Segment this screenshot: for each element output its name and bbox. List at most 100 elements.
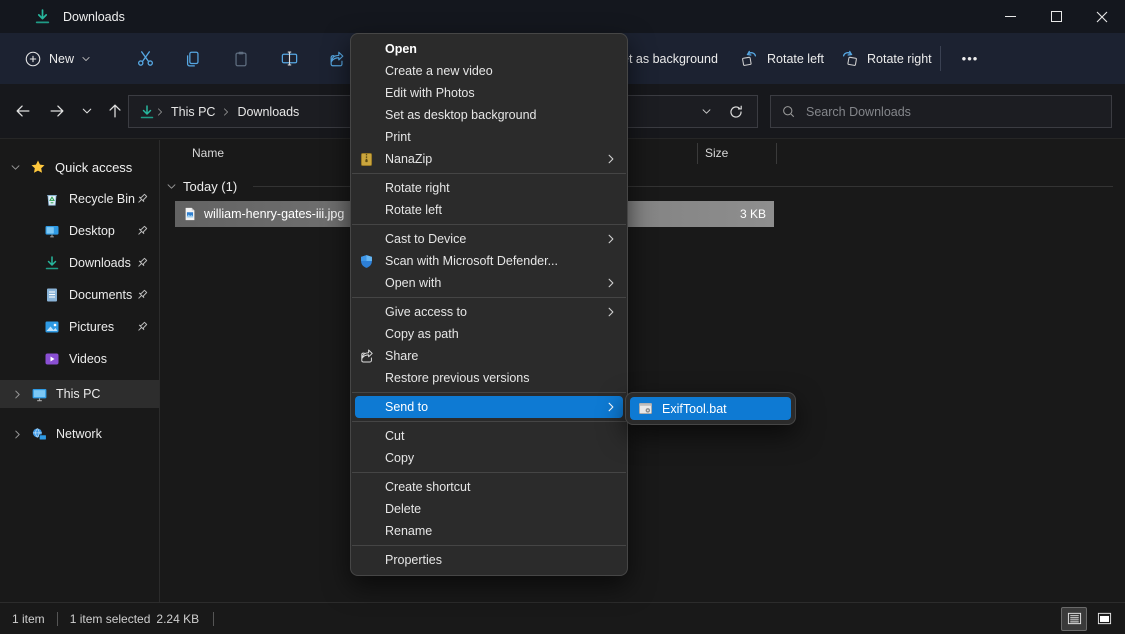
file-list-pane: Name Size Today (1) william-henry-gates-… — [161, 140, 1125, 602]
menu-item-properties[interactable]: Properties — [351, 549, 627, 571]
sidebar-item-pictures[interactable]: Pictures — [0, 313, 159, 341]
menu-separator — [352, 173, 626, 174]
menu-item-label: Copy — [385, 451, 414, 465]
menu-item-create-a-new-video[interactable]: Create a new video — [351, 60, 627, 82]
chevron-right-icon — [605, 233, 617, 245]
recent-locations-button[interactable] — [72, 96, 102, 126]
chevron-right-icon — [605, 306, 617, 318]
menu-item-scan-with-microsoft-defender[interactable]: Scan with Microsoft Defender... — [351, 250, 627, 272]
menu-item-nanazip[interactable]: NanaZip — [351, 148, 627, 170]
breadcrumb-downloads[interactable]: Downloads — [231, 105, 305, 119]
sidebar-item-this-pc[interactable]: This PC — [0, 380, 159, 408]
sidebar-item-desktop[interactable]: Desktop — [0, 217, 159, 245]
quick-access-label: Quick access — [55, 160, 132, 175]
breadcrumb-this-pc[interactable]: This PC — [165, 105, 221, 119]
sidebar-item-label: Videos — [69, 352, 107, 366]
menu-item-rotate-right[interactable]: Rotate right — [351, 177, 627, 199]
search-input[interactable] — [806, 105, 1101, 119]
clipboard-paste-icon — [232, 50, 250, 68]
status-divider — [213, 612, 214, 626]
menu-item-copy[interactable]: Copy — [351, 447, 627, 469]
menu-item-label: Share — [385, 349, 418, 363]
search-box[interactable] — [770, 95, 1112, 128]
maximize-button[interactable] — [1033, 0, 1079, 33]
column-divider[interactable] — [697, 143, 698, 164]
share-menu-icon — [359, 348, 385, 364]
address-dropdown-button[interactable] — [691, 98, 721, 126]
paste-button[interactable] — [217, 41, 265, 77]
rotate-left-button[interactable]: Rotate left — [740, 33, 824, 84]
menu-item-set-as-desktop-background[interactable]: Set as desktop background — [351, 104, 627, 126]
new-button[interactable]: New — [14, 42, 101, 76]
rotate-left-label: Rotate left — [767, 52, 824, 66]
menu-item-restore-previous-versions[interactable]: Restore previous versions — [351, 367, 627, 389]
rotate-right-button[interactable]: Rotate right — [840, 33, 932, 84]
up-button[interactable] — [100, 96, 130, 126]
copy-icon — [184, 50, 202, 68]
menu-item-create-shortcut[interactable]: Create shortcut — [351, 476, 627, 498]
forward-button[interactable] — [42, 96, 72, 126]
copy-button[interactable] — [169, 41, 217, 77]
nanazip-icon — [359, 152, 385, 167]
column-header-name[interactable]: Name — [192, 146, 224, 160]
sidebar-item-label: Recycle Bin — [69, 192, 135, 206]
selection-size: 2.24 KB — [152, 612, 213, 626]
more-options-button[interactable]: ••• — [952, 41, 988, 75]
file-image-icon — [183, 207, 197, 221]
set-as-background-button[interactable]: et as background — [622, 33, 718, 84]
chevron-right-icon — [605, 401, 617, 413]
menu-item-give-access-to[interactable]: Give access to — [351, 301, 627, 323]
network-icon — [31, 426, 48, 443]
toolbar-divider — [940, 46, 941, 71]
sidebar-item-videos[interactable]: Videos — [0, 345, 159, 373]
column-divider[interactable] — [776, 143, 777, 164]
sidebar-item-recycle-bin[interactable]: Recycle Bin — [0, 185, 159, 213]
scissors-icon — [136, 49, 155, 68]
pictures-icon — [44, 319, 60, 335]
menu-item-share[interactable]: Share — [351, 345, 627, 367]
chevron-right-icon — [221, 107, 231, 117]
menu-item-send-to[interactable]: Send to — [355, 396, 623, 418]
this-pc-icon — [31, 386, 48, 403]
menu-item-cut[interactable]: Cut — [351, 425, 627, 447]
pin-icon — [135, 224, 149, 238]
menu-item-cast-to-device[interactable]: Cast to Device — [351, 228, 627, 250]
menu-item-edit-with-photos[interactable]: Edit with Photos — [351, 82, 627, 104]
menu-separator — [352, 392, 626, 393]
menu-item-print[interactable]: Print — [351, 126, 627, 148]
details-view-button[interactable] — [1061, 607, 1087, 631]
share-icon — [328, 50, 346, 68]
column-header-size[interactable]: Size — [705, 146, 728, 160]
close-button[interactable] — [1079, 0, 1125, 33]
group-header-today[interactable]: Today (1) — [166, 174, 1113, 198]
submenu-item-exiftool-bat[interactable]: ExifTool.bat — [630, 397, 791, 420]
sidebar-item-downloads[interactable]: Downloads — [0, 249, 159, 277]
file-name: william-henry-gates-iii.jpg — [204, 207, 344, 221]
sidebar-item-quick-access[interactable]: Quick access — [0, 153, 159, 181]
star-icon — [30, 159, 46, 175]
submenu-item-label: ExifTool.bat — [662, 402, 727, 416]
back-button[interactable] — [8, 96, 38, 126]
sidebar-item-documents[interactable]: Documents — [0, 281, 159, 309]
menu-item-rotate-left[interactable]: Rotate left — [351, 199, 627, 221]
group-label: Today (1) — [183, 179, 237, 194]
menu-item-label: Give access to — [385, 305, 467, 319]
large-icons-view-button[interactable] — [1091, 607, 1117, 631]
cut-button[interactable] — [121, 41, 169, 77]
minimize-button[interactable] — [987, 0, 1033, 33]
rename-button[interactable] — [265, 41, 313, 77]
menu-item-open[interactable]: Open — [351, 38, 627, 60]
set-as-background-label: et as background — [622, 52, 718, 66]
plus-circle-icon — [24, 50, 42, 68]
refresh-button[interactable] — [721, 98, 751, 126]
menu-separator — [352, 297, 626, 298]
sidebar-item-label: Downloads — [69, 256, 131, 270]
menu-item-copy-as-path[interactable]: Copy as path — [351, 323, 627, 345]
menu-item-rename[interactable]: Rename — [351, 520, 627, 542]
menu-separator — [352, 545, 626, 546]
menu-item-label: Open with — [385, 276, 441, 290]
menu-item-label: Set as desktop background — [385, 108, 537, 122]
menu-item-delete[interactable]: Delete — [351, 498, 627, 520]
sidebar-item-network[interactable]: Network — [0, 420, 159, 448]
menu-item-open-with[interactable]: Open with — [351, 272, 627, 294]
